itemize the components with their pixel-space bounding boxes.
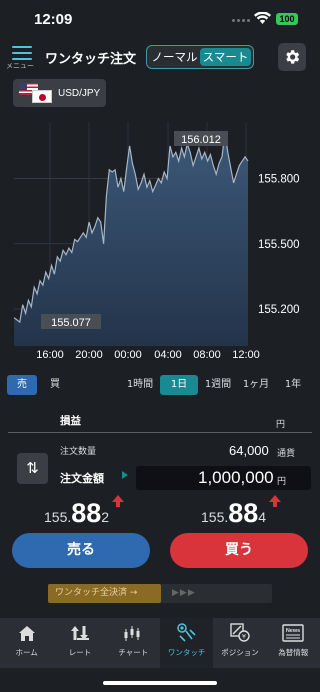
swap-arrows-icon: ⇅	[26, 459, 39, 477]
buy-price-prefix: 155.	[201, 509, 229, 525]
tab-onetouch[interactable]: ワンタッチ	[159, 618, 214, 668]
y-axis-labels: 155.800 155.500 155.200	[258, 174, 300, 316]
y-tick-label: 155.500	[258, 239, 300, 251]
side-tab-buy[interactable]: 買	[40, 375, 70, 395]
x-axis-labels: 16:00 20:00 00:00 04:00 08:00 12:00	[36, 349, 260, 361]
status-bar: 12:09 100	[0, 0, 320, 40]
y-tick-label: 155.200	[258, 304, 300, 316]
tab-position[interactable]: ¥ ポジション	[213, 618, 266, 668]
candlestick-icon	[124, 626, 140, 641]
buy-up-arrow-icon	[269, 495, 281, 507]
news-icon: News	[282, 624, 304, 642]
home-icon	[18, 626, 35, 641]
hamburger-menu-icon[interactable]	[12, 46, 32, 60]
sell-price-prefix: 155.	[44, 509, 72, 525]
bottom-tab-bar: ホーム レート チャート ワンタッチ ¥ ポジション News 為替情報	[0, 618, 320, 668]
mode-tab-normal[interactable]: ノーマル	[149, 48, 200, 66]
japan-flag-icon	[32, 90, 52, 103]
period-tab-1year[interactable]: 1年	[278, 375, 308, 395]
order-qty-value: 64,000	[229, 443, 269, 458]
swap-button[interactable]: ⇅	[17, 453, 48, 484]
sell-price-pip: 2	[101, 509, 110, 525]
x-tick-label: 04:00	[154, 349, 182, 361]
gear-icon	[286, 50, 300, 64]
period-tab-1hour[interactable]: 1時間	[122, 375, 158, 395]
tab-home-label: ホーム	[15, 648, 38, 657]
low-marker: 155.077	[41, 314, 101, 329]
svg-text:¥: ¥	[242, 633, 246, 641]
sell-price-main: 88	[71, 498, 102, 528]
sell-price: 155.882	[44, 498, 109, 530]
currency-pair-label: USD/JPY	[58, 87, 101, 99]
wifi-icon	[254, 12, 271, 24]
period-tab-1week[interactable]: 1週間	[200, 375, 236, 395]
x-tick-label: 08:00	[193, 349, 221, 361]
divider	[8, 432, 312, 433]
home-indicator-area	[0, 668, 320, 692]
buy-price-main: 88	[228, 498, 259, 528]
tab-chart[interactable]: チャート	[107, 618, 160, 668]
period-tab-1month[interactable]: 1ヶ月	[238, 375, 274, 395]
high-label: 156.012	[181, 134, 221, 146]
buy-price-pip: 4	[258, 509, 267, 525]
period-tab-1day[interactable]: 1日	[160, 375, 198, 395]
tab-rate[interactable]: レート	[53, 618, 106, 668]
high-marker: 156.012	[174, 131, 228, 146]
x-tick-label: 20:00	[75, 349, 103, 361]
news-badge-label: News	[286, 628, 300, 634]
slide-chevrons-icon: ▶▶▶	[172, 588, 196, 598]
tab-home[interactable]: ホーム	[0, 618, 53, 668]
settle-all-slider[interactable]: ワンタッチ全決済 → ▶▶▶	[48, 584, 272, 603]
header: メニュー ワンタッチ注文 ノーマル スマート	[0, 40, 320, 74]
side-tab-sell[interactable]: 売	[7, 375, 37, 395]
pnl-unit: 円	[276, 420, 286, 430]
tab-chart-label: チャート	[118, 648, 149, 657]
buy-button[interactable]: 買う	[170, 533, 308, 568]
tab-fx-info-label: 為替情報	[278, 648, 309, 657]
status-time: 12:09	[34, 11, 73, 28]
sell-up-arrow-icon	[112, 495, 124, 507]
tab-position-label: ポジション	[221, 648, 259, 657]
pnl-label: 損益	[60, 415, 81, 427]
mode-tab-smart[interactable]: スマート	[200, 48, 251, 66]
rate-arrows-icon	[70, 626, 89, 640]
menu-label: メニュー	[6, 62, 34, 70]
position-icon: ¥	[230, 623, 250, 642]
order-qty-label: 注文数量	[60, 447, 97, 457]
y-tick-label: 155.800	[258, 174, 300, 186]
home-indicator	[103, 681, 217, 685]
currency-flags	[18, 82, 54, 104]
cellular-signal-icon	[232, 19, 254, 24]
tab-onetouch-label: ワンタッチ	[167, 648, 206, 657]
play-icon	[122, 471, 128, 479]
x-tick-label: 12:00	[232, 349, 260, 361]
order-qty-unit: 通貨	[277, 449, 296, 459]
buy-price: 155.884	[201, 498, 266, 530]
battery-indicator: 100	[276, 13, 298, 25]
settle-all-label: ワンタッチ全決済 →	[48, 584, 161, 603]
sell-button[interactable]: 売る	[12, 533, 150, 568]
x-tick-label: 16:00	[36, 349, 64, 361]
page-title: ワンタッチ注文	[45, 52, 137, 67]
x-tick-label: 00:00	[114, 349, 142, 361]
tab-fx-info[interactable]: News 為替情報	[267, 618, 320, 668]
settings-button[interactable]	[278, 43, 306, 71]
order-amount-value: 1,000,000	[198, 468, 274, 487]
tab-rate-label: レート	[68, 648, 92, 657]
chart-controls: 売 買 1時間 1日 1週間 1ヶ月 1年	[0, 372, 320, 398]
low-label: 155.077	[51, 317, 91, 329]
onetouch-icon	[176, 623, 196, 642]
currency-pair-selector[interactable]: USD/JPY	[13, 79, 106, 107]
price-chart[interactable]: 155.800 155.500 155.200 16:00 20:00 00:00 04:…	[0, 118, 320, 368]
order-amount-label: 注文金額	[60, 472, 104, 485]
mode-toggle: ノーマル スマート	[146, 45, 254, 69]
order-amount-unit: 円	[277, 477, 287, 487]
